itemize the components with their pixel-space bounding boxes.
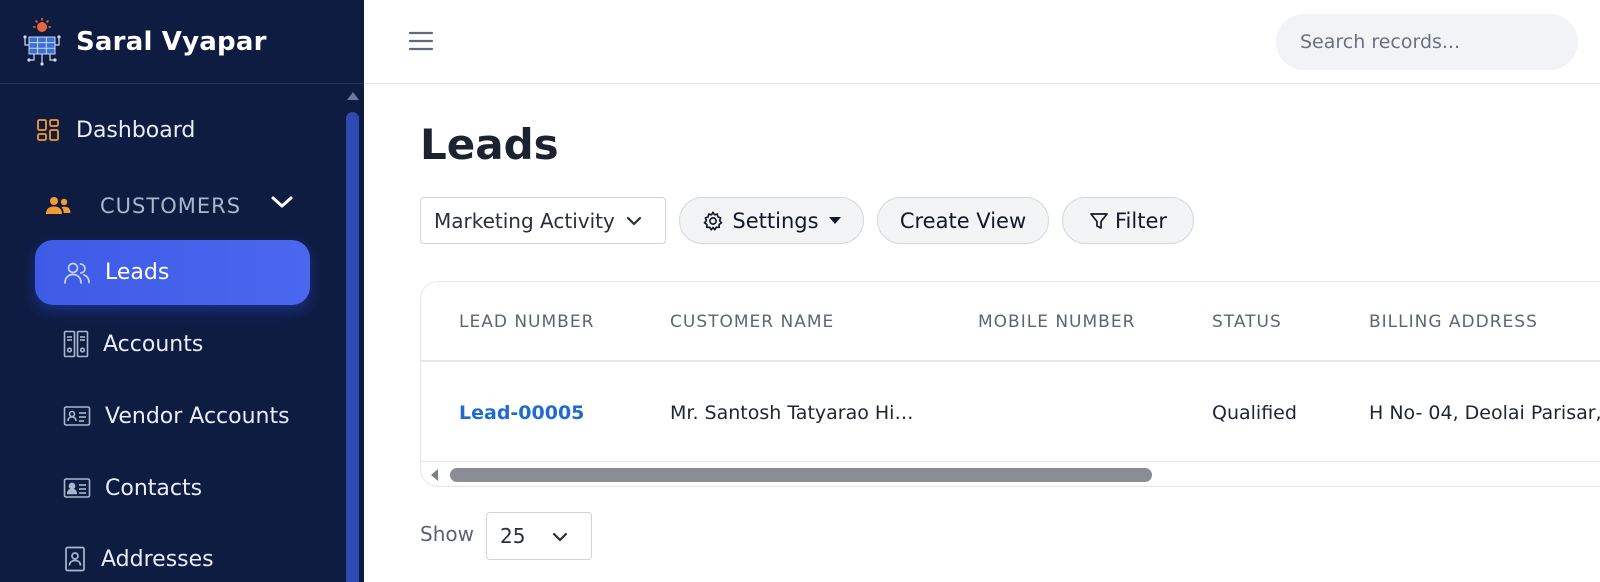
status-cell: Qualified bbox=[1212, 402, 1297, 424]
lead-number-link[interactable]: Lead-00005 bbox=[459, 402, 584, 424]
dashboard-grid-icon bbox=[37, 119, 59, 141]
table-row[interactable]: Lead-00005 Mr. Santosh Tatyarao Hi… Qual… bbox=[421, 364, 1600, 462]
brand[interactable]: Saral Vyapar bbox=[0, 0, 364, 84]
page-size-select[interactable]: 25 bbox=[486, 512, 592, 560]
billing-address-cell: H No- 04, Deolai Parisar,… bbox=[1369, 402, 1600, 424]
sidebar-item-label: Addresses bbox=[101, 546, 214, 572]
sidebar-item-accounts[interactable]: Accounts bbox=[63, 322, 203, 366]
table-horizontal-scrollbar-thumb[interactable] bbox=[450, 468, 1152, 482]
sidebar-item-label: Accounts bbox=[103, 331, 204, 357]
sidebar-item-label: Dashboard bbox=[76, 117, 196, 143]
column-header-lead-number[interactable]: LEAD NUMBER bbox=[459, 312, 594, 332]
create-view-label: Create View bbox=[899, 208, 1027, 233]
view-select[interactable]: Marketing Activity bbox=[420, 197, 666, 244]
sidebar: Saral Vyapar Dashboard CUSTOMERS Leads A… bbox=[0, 0, 364, 582]
app-name: Saral Vyapar bbox=[76, 26, 267, 57]
column-header-mobile-number[interactable]: MOBILE NUMBER bbox=[978, 312, 1135, 332]
solar-panel-logo-icon bbox=[23, 17, 61, 66]
hamburger-menu-icon[interactable] bbox=[408, 28, 434, 54]
gear-icon bbox=[704, 210, 723, 231]
sidebar-item-label: Leads bbox=[105, 260, 170, 285]
show-label: Show bbox=[420, 522, 474, 546]
page-title: Leads bbox=[420, 120, 559, 169]
chevron-down-icon[interactable] bbox=[270, 194, 294, 210]
customers-group-icon bbox=[46, 197, 71, 214]
sidebar-item-addresses[interactable]: Addresses bbox=[63, 537, 214, 581]
sidebar-item-contacts[interactable]: Contacts bbox=[63, 466, 202, 510]
settings-label: Settings bbox=[732, 208, 819, 233]
view-select-value: Marketing Activity bbox=[434, 208, 615, 233]
sidebar-item-leads[interactable]: Leads bbox=[35, 240, 310, 305]
leads-table: LEAD NUMBER CUSTOMER NAME MOBILE NUMBER … bbox=[420, 281, 1600, 487]
filter-funnel-icon bbox=[1090, 212, 1108, 229]
sidebar-section-customers[interactable]: CUSTOMERS bbox=[44, 186, 294, 226]
filter-button[interactable]: Filter bbox=[1062, 197, 1194, 244]
sidebar-scroll-up-arrow[interactable] bbox=[347, 92, 359, 100]
settings-button[interactable]: Settings bbox=[679, 197, 864, 244]
top-bar bbox=[364, 0, 1600, 84]
table-scroll-left-arrow[interactable] bbox=[431, 469, 438, 481]
address-book-icon bbox=[65, 546, 85, 572]
column-header-customer-name[interactable]: CUSTOMER NAME bbox=[670, 312, 834, 332]
chevron-down-icon bbox=[552, 532, 568, 542]
customer-name-cell: Mr. Santosh Tatyarao Hi… bbox=[670, 402, 914, 424]
users-icon bbox=[64, 262, 90, 284]
id-card-icon bbox=[63, 406, 91, 426]
sidebar-item-vendor-accounts[interactable]: Vendor Accounts bbox=[63, 394, 290, 438]
sidebar-item-dashboard[interactable]: Dashboard bbox=[36, 110, 195, 150]
sidebar-item-label: Vendor Accounts bbox=[105, 403, 290, 429]
filter-label: Filter bbox=[1114, 208, 1167, 233]
column-header-status[interactable]: STATUS bbox=[1212, 312, 1282, 332]
chevron-down-icon bbox=[626, 216, 642, 226]
create-view-button[interactable]: Create View bbox=[877, 197, 1049, 244]
sidebar-section-label: CUSTOMERS bbox=[100, 194, 242, 218]
sidebar-scrollbar-thumb[interactable] bbox=[346, 112, 359, 582]
table-header: LEAD NUMBER CUSTOMER NAME MOBILE NUMBER … bbox=[421, 282, 1600, 362]
search-input[interactable] bbox=[1276, 14, 1578, 70]
sidebar-item-label: Contacts bbox=[105, 475, 203, 501]
column-header-billing-address[interactable]: BILLING ADDRESS bbox=[1369, 312, 1538, 332]
binders-icon bbox=[63, 330, 89, 358]
contact-card-icon bbox=[63, 478, 91, 498]
page-size-value: 25 bbox=[500, 524, 526, 548]
caret-down-icon bbox=[828, 216, 841, 224]
